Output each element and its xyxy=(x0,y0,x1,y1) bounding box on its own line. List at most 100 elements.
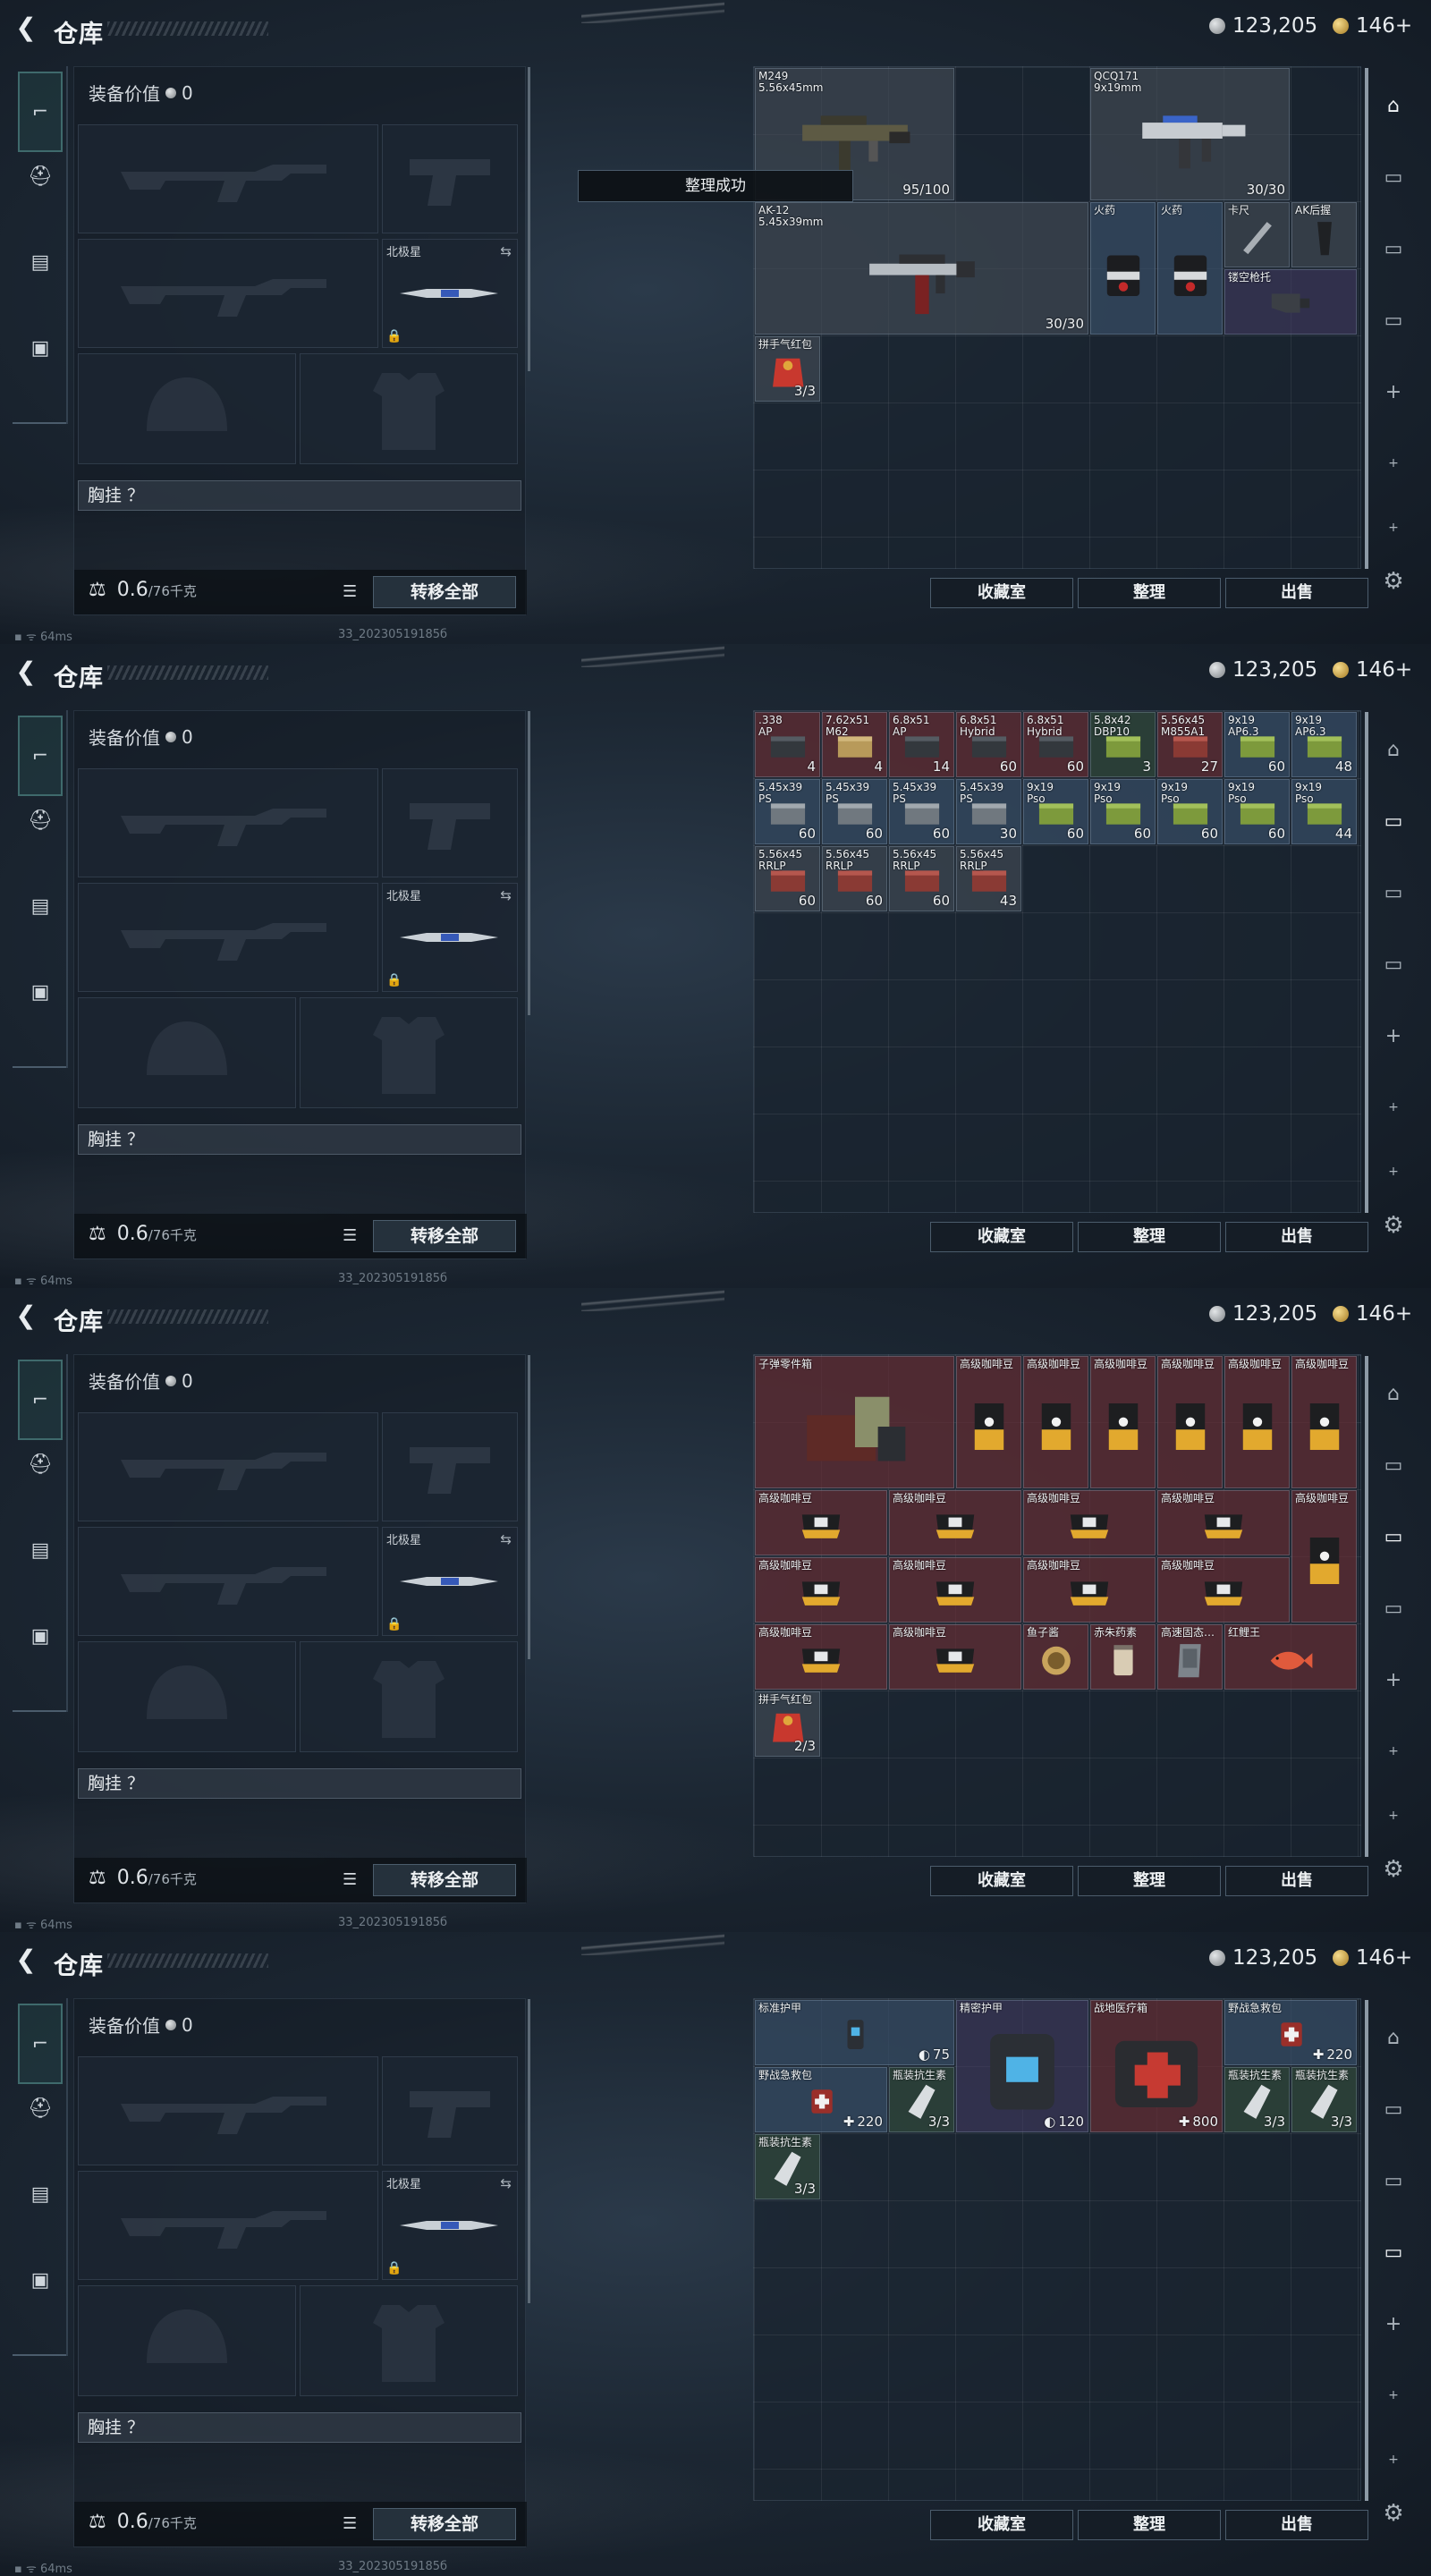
sell-button[interactable]: 出售 xyxy=(1225,1222,1368,1252)
loadout-scrollbar[interactable] xyxy=(528,1355,530,1659)
briefcase-icon[interactable]: ▣ xyxy=(20,327,61,369)
stash-item[interactable]: 鱼子酱 xyxy=(1023,1624,1088,1690)
helmet-slot[interactable] xyxy=(78,353,296,464)
chest-rig-slot[interactable]: 胸挂 ？ xyxy=(78,1768,521,1799)
stash-item[interactable]: 火药 xyxy=(1090,202,1156,335)
collection-room-button[interactable]: 收藏室 xyxy=(930,1222,1073,1252)
gold-currency[interactable]: 146+ xyxy=(1333,658,1412,682)
stash-item[interactable]: 高级咖啡豆 xyxy=(1224,1356,1290,1488)
tv-card-icon[interactable]: ▭ xyxy=(1376,302,1411,338)
helmet-icon[interactable]: ⛑ xyxy=(20,156,61,197)
briefcase-icon[interactable]: ▣ xyxy=(20,1615,61,1657)
armor-slot[interactable] xyxy=(300,997,518,1108)
primary-weapon-slot-2[interactable] xyxy=(78,2171,378,2280)
chevron-left-icon[interactable]: ❮ xyxy=(13,14,39,41)
stash-scrollbar[interactable] xyxy=(1365,2000,1368,2501)
helmet-icon[interactable]: ⛑ xyxy=(20,800,61,841)
stash-item[interactable]: 9x19 AP6.3 48 xyxy=(1291,712,1357,777)
stash-item[interactable]: 5.56x45 RRLP 60 xyxy=(889,846,954,911)
plus-icon[interactable]: + xyxy=(1376,510,1411,546)
list-icon[interactable]: ☰ xyxy=(343,1870,357,1889)
plus-icon[interactable]: + xyxy=(1376,2377,1411,2413)
plus-icon[interactable]: + xyxy=(1376,1018,1411,1054)
transfer-all-button[interactable]: 转移全部 xyxy=(373,2508,516,2540)
stash-item[interactable]: 拼手气红包 2/3 xyxy=(755,1691,820,1757)
stash-item[interactable]: 标准护甲 ◐ 75 xyxy=(755,2000,954,2065)
stash-item[interactable]: 高级咖啡豆 xyxy=(1023,1490,1156,1555)
organize-button[interactable]: 整理 xyxy=(1078,1222,1221,1252)
list-icon[interactable]: ☰ xyxy=(343,1226,357,1245)
tv-card-icon[interactable]: ▭ xyxy=(1376,231,1411,267)
stash-item[interactable]: 瓶装抗生素 3/3 xyxy=(889,2067,954,2132)
organize-button[interactable]: 整理 xyxy=(1078,1866,1221,1896)
stash-scrollbar[interactable] xyxy=(1365,712,1368,1213)
tv-card-icon[interactable]: ▭ xyxy=(1376,1447,1411,1483)
stash-item[interactable]: AK-12 5.45x39mm 30/30 xyxy=(755,202,1088,335)
stash-item[interactable]: 镂空枪托 xyxy=(1224,269,1357,335)
stash-item[interactable]: 5.56x45 RRLP 43 xyxy=(956,846,1021,911)
plus-icon[interactable]: + xyxy=(1376,1154,1411,1190)
stash-item[interactable]: 7.62x51 M62 4 xyxy=(822,712,887,777)
stash-item[interactable]: AK后握 xyxy=(1291,202,1357,267)
organize-button[interactable]: 整理 xyxy=(1078,2510,1221,2540)
armor-slot[interactable] xyxy=(300,353,518,464)
gear-icon[interactable]: ⚙ xyxy=(1376,564,1411,599)
gear-icon[interactable]: ⚙ xyxy=(1376,1852,1411,1887)
list-icon[interactable]: ☰ xyxy=(343,582,357,601)
plus-icon[interactable]: + xyxy=(1376,1798,1411,1834)
stash-item[interactable]: 9x19 Pso 60 xyxy=(1090,779,1156,844)
stash-grid[interactable]: M249 5.56x45mm 95/100 QCQ171 9x19mm 30/30 AK… xyxy=(753,66,1361,569)
tv-card-icon[interactable]: ▭ xyxy=(1376,2163,1411,2199)
gold-currency[interactable]: 146+ xyxy=(1333,1302,1412,1326)
gold-currency[interactable]: 146+ xyxy=(1333,1946,1412,1970)
helmet-slot[interactable] xyxy=(78,997,296,1108)
stash-item[interactable]: 5.45x39 PS 30 xyxy=(956,779,1021,844)
helmet-box-icon[interactable]: ⌂ xyxy=(1376,1376,1411,1411)
stash-item[interactable]: 5.56x45 RRLP 60 xyxy=(755,846,820,911)
stash-item[interactable]: 高级咖啡豆 xyxy=(1023,1356,1088,1488)
stash-item[interactable]: 5.56x45 M855A1 27 xyxy=(1157,712,1223,777)
helmet-slot[interactable] xyxy=(78,2285,296,2396)
loadout-scrollbar[interactable] xyxy=(528,711,530,1015)
gear-icon[interactable]: ⚙ xyxy=(1376,1208,1411,1243)
stash-grid[interactable]: 子弹零件箱 高级咖啡豆 高级咖啡豆 高级咖啡豆 高级咖啡豆 高级咖啡豆 高级咖啡豆 高级咖啡豆… xyxy=(753,1354,1361,1857)
collection-room-button[interactable]: 收藏室 xyxy=(930,2510,1073,2540)
stash-item[interactable]: 5.45x39 PS 60 xyxy=(822,779,887,844)
loadout-scrollbar[interactable] xyxy=(528,1999,530,2303)
tv-card-icon[interactable]: ▭ xyxy=(1376,159,1411,195)
stash-item[interactable]: 9x19 Pso 60 xyxy=(1224,779,1290,844)
stash-item[interactable]: 子弹零件箱 xyxy=(755,1356,954,1488)
stash-item[interactable]: 拼手气红包 3/3 xyxy=(755,336,820,402)
stash-item[interactable]: 红鲤王 xyxy=(1224,1624,1357,1690)
stash-item[interactable]: 6.8x51 Hybrid 60 xyxy=(1023,712,1088,777)
stash-item[interactable]: 高级咖啡豆 xyxy=(1157,1356,1223,1488)
primary-weapon-slot[interactable] xyxy=(78,768,378,877)
backpack-icon[interactable]: ▤ xyxy=(20,1530,61,1571)
melee-slot[interactable]: 北极星 ⇆ 🔒 xyxy=(382,2171,518,2280)
primary-weapon-slot[interactable] xyxy=(78,1412,378,1521)
stash-item[interactable]: 高级咖啡豆 xyxy=(956,1356,1021,1488)
tv-card-icon[interactable]: ▭ xyxy=(1376,2091,1411,2127)
stash-item[interactable]: 野战急救包 ✚ 220 xyxy=(1224,2000,1357,2065)
stash-item[interactable]: 精密护甲 ◐ 120 xyxy=(956,2000,1088,2132)
stash-item[interactable]: QCQ171 9x19mm 30/30 xyxy=(1090,68,1290,200)
transfer-all-button[interactable]: 转移全部 xyxy=(373,1220,516,1252)
transfer-all-button[interactable]: 转移全部 xyxy=(373,576,516,608)
sell-button[interactable]: 出售 xyxy=(1225,2510,1368,2540)
tv-card-icon[interactable]: ▭ xyxy=(1376,946,1411,982)
stash-item[interactable]: 高级咖啡豆 xyxy=(755,1490,887,1555)
stash-item[interactable]: .338 AP 4 xyxy=(755,712,820,777)
transfer-all-button[interactable]: 转移全部 xyxy=(373,1864,516,1896)
sell-button[interactable]: 出售 xyxy=(1225,578,1368,608)
armor-slot[interactable] xyxy=(300,2285,518,2396)
stash-grid[interactable]: 标准护甲 ◐ 75 精密护甲 ◐ 120 战地医疗箱 ✚ 800 野战急救包 ✚ 220 野战急救包 ✚ 2… xyxy=(753,1998,1361,2501)
stash-item[interactable]: 6.8x51 AP 14 xyxy=(889,712,954,777)
stash-item[interactable]: 9x19 AP6.3 60 xyxy=(1224,712,1290,777)
briefcase-icon[interactable]: ▣ xyxy=(20,971,61,1013)
stash-item[interactable]: 5.45x39 PS 60 xyxy=(755,779,820,844)
primary-weapon-slot[interactable] xyxy=(78,2056,378,2165)
briefcase-icon[interactable]: ▣ xyxy=(20,2259,61,2301)
plus-icon[interactable]: + xyxy=(1376,1733,1411,1769)
gold-currency[interactable]: 146+ xyxy=(1333,14,1412,38)
plus-icon[interactable]: + xyxy=(1376,2442,1411,2478)
